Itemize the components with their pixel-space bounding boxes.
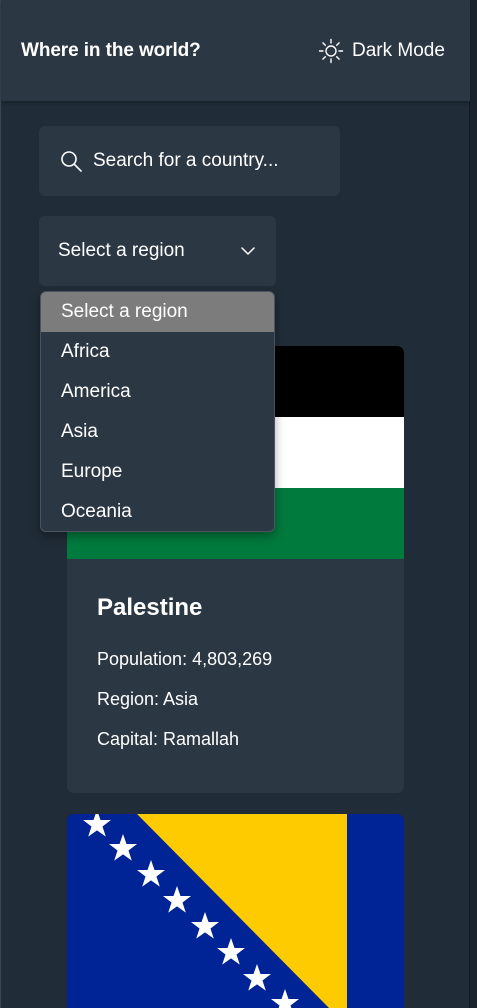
country-population: Population: 4,803,269 bbox=[97, 649, 273, 669]
dark-mode-label: Dark Mode bbox=[352, 40, 445, 61]
search-bar[interactable] bbox=[39, 126, 340, 196]
country-card-bosnia[interactable] bbox=[67, 814, 404, 1008]
country-region: Region: Asia bbox=[97, 689, 199, 709]
scrollbar-track[interactable] bbox=[470, 0, 477, 1008]
region-select[interactable]: Select a region bbox=[39, 216, 276, 286]
app-header: Where in the world? Dark Mode bbox=[1, 0, 470, 101]
region-option-asia[interactable]: Asia bbox=[41, 412, 274, 452]
region-select-value: Select a region bbox=[58, 240, 185, 261]
sun-icon bbox=[318, 38, 344, 64]
country-flag bbox=[67, 814, 404, 1008]
region-option-africa[interactable]: Africa bbox=[41, 332, 274, 372]
region-dropdown-list[interactable]: Select a region Africa America Asia Euro… bbox=[40, 291, 275, 532]
search-icon bbox=[61, 151, 82, 172]
region-option-default[interactable]: Select a region bbox=[41, 292, 274, 332]
app-title: Where in the world? bbox=[21, 40, 201, 61]
region-option-oceania[interactable]: Oceania bbox=[41, 492, 274, 531]
country-capital: Capital: Ramallah bbox=[97, 729, 240, 749]
country-name: Palestine bbox=[97, 594, 203, 621]
region-option-europe[interactable]: Europe bbox=[41, 452, 274, 492]
dark-mode-toggle[interactable]: Dark Mode bbox=[318, 38, 445, 64]
region-option-america[interactable]: America bbox=[41, 372, 274, 412]
search-input[interactable] bbox=[93, 144, 323, 178]
chevron-down-icon bbox=[241, 247, 255, 255]
